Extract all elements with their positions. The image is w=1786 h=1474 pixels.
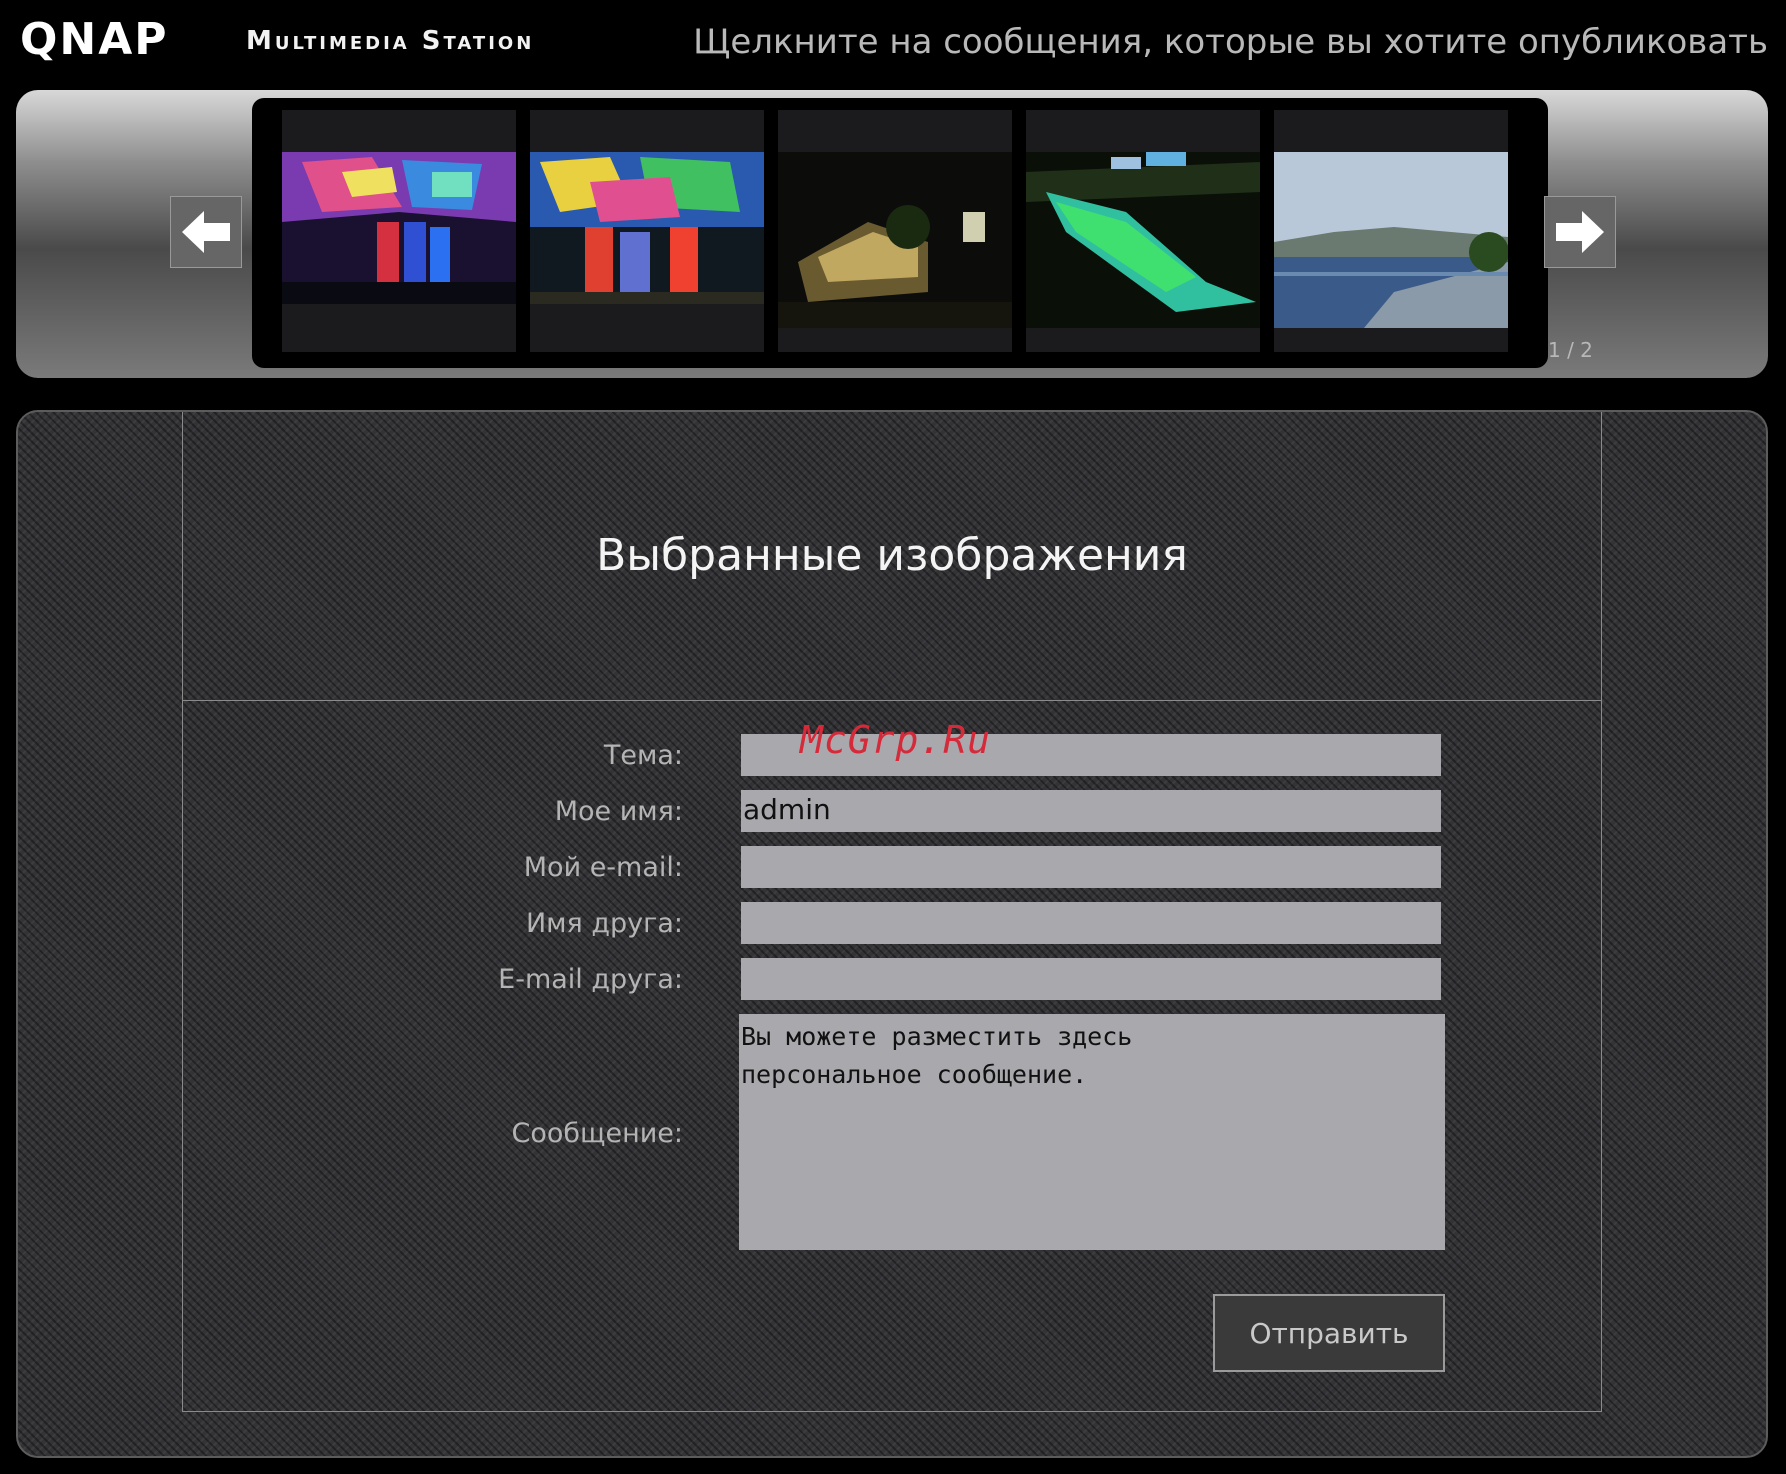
my-name-field[interactable]: admin xyxy=(741,790,1441,832)
thumbnail-3[interactable] xyxy=(778,110,1012,352)
product-name: Multimedia Station xyxy=(246,26,535,56)
message-field[interactable]: Вы можете разместить здесь персональное … xyxy=(739,1014,1445,1250)
friend-email-label: E-mail друга: xyxy=(498,964,683,995)
divider xyxy=(183,700,1601,701)
arrow-right-icon[interactable] xyxy=(1544,196,1616,268)
my-name-label: Мое имя: xyxy=(554,796,683,827)
my-email-field[interactable] xyxy=(741,846,1441,888)
header: QNAP Multimedia Station Щелкните на сооб… xyxy=(0,0,1786,90)
thumbnail-5[interactable] xyxy=(1274,110,1508,352)
message-label: Сообщение: xyxy=(511,1118,684,1149)
filmstrip: 1 / 2 xyxy=(16,90,1768,378)
thumbnail-1[interactable] xyxy=(282,110,516,352)
share-panel: Выбранные изображения Тема: Мое имя: adm… xyxy=(16,410,1768,1458)
thumbnail-4[interactable] xyxy=(1026,110,1260,352)
my-email-label: Мой e-mail: xyxy=(523,852,683,883)
qnap-logo: QNAP xyxy=(20,14,169,65)
friend-email-field[interactable] xyxy=(741,958,1441,1000)
header-hint: Щелкните на сообщения, которые вы хотите… xyxy=(693,22,1768,62)
friend-name-field[interactable] xyxy=(741,902,1441,944)
app-window: QNAP Multimedia Station Щелкните на сооб… xyxy=(0,0,1786,1474)
thumbnail-2[interactable] xyxy=(530,110,764,352)
send-button[interactable]: Отправить xyxy=(1213,1294,1445,1372)
form-container: Выбранные изображения Тема: Мое имя: adm… xyxy=(182,412,1602,1412)
page-indicator: 1 / 2 xyxy=(1548,338,1593,362)
thumbnail-strip xyxy=(252,98,1548,368)
arrow-left-icon[interactable] xyxy=(170,196,242,268)
page-title: Выбранные изображения xyxy=(596,530,1188,581)
watermark: McGrp.Ru xyxy=(800,718,992,762)
friend-name-label: Имя друга: xyxy=(525,908,683,939)
subject-label: Тема: xyxy=(603,740,683,771)
